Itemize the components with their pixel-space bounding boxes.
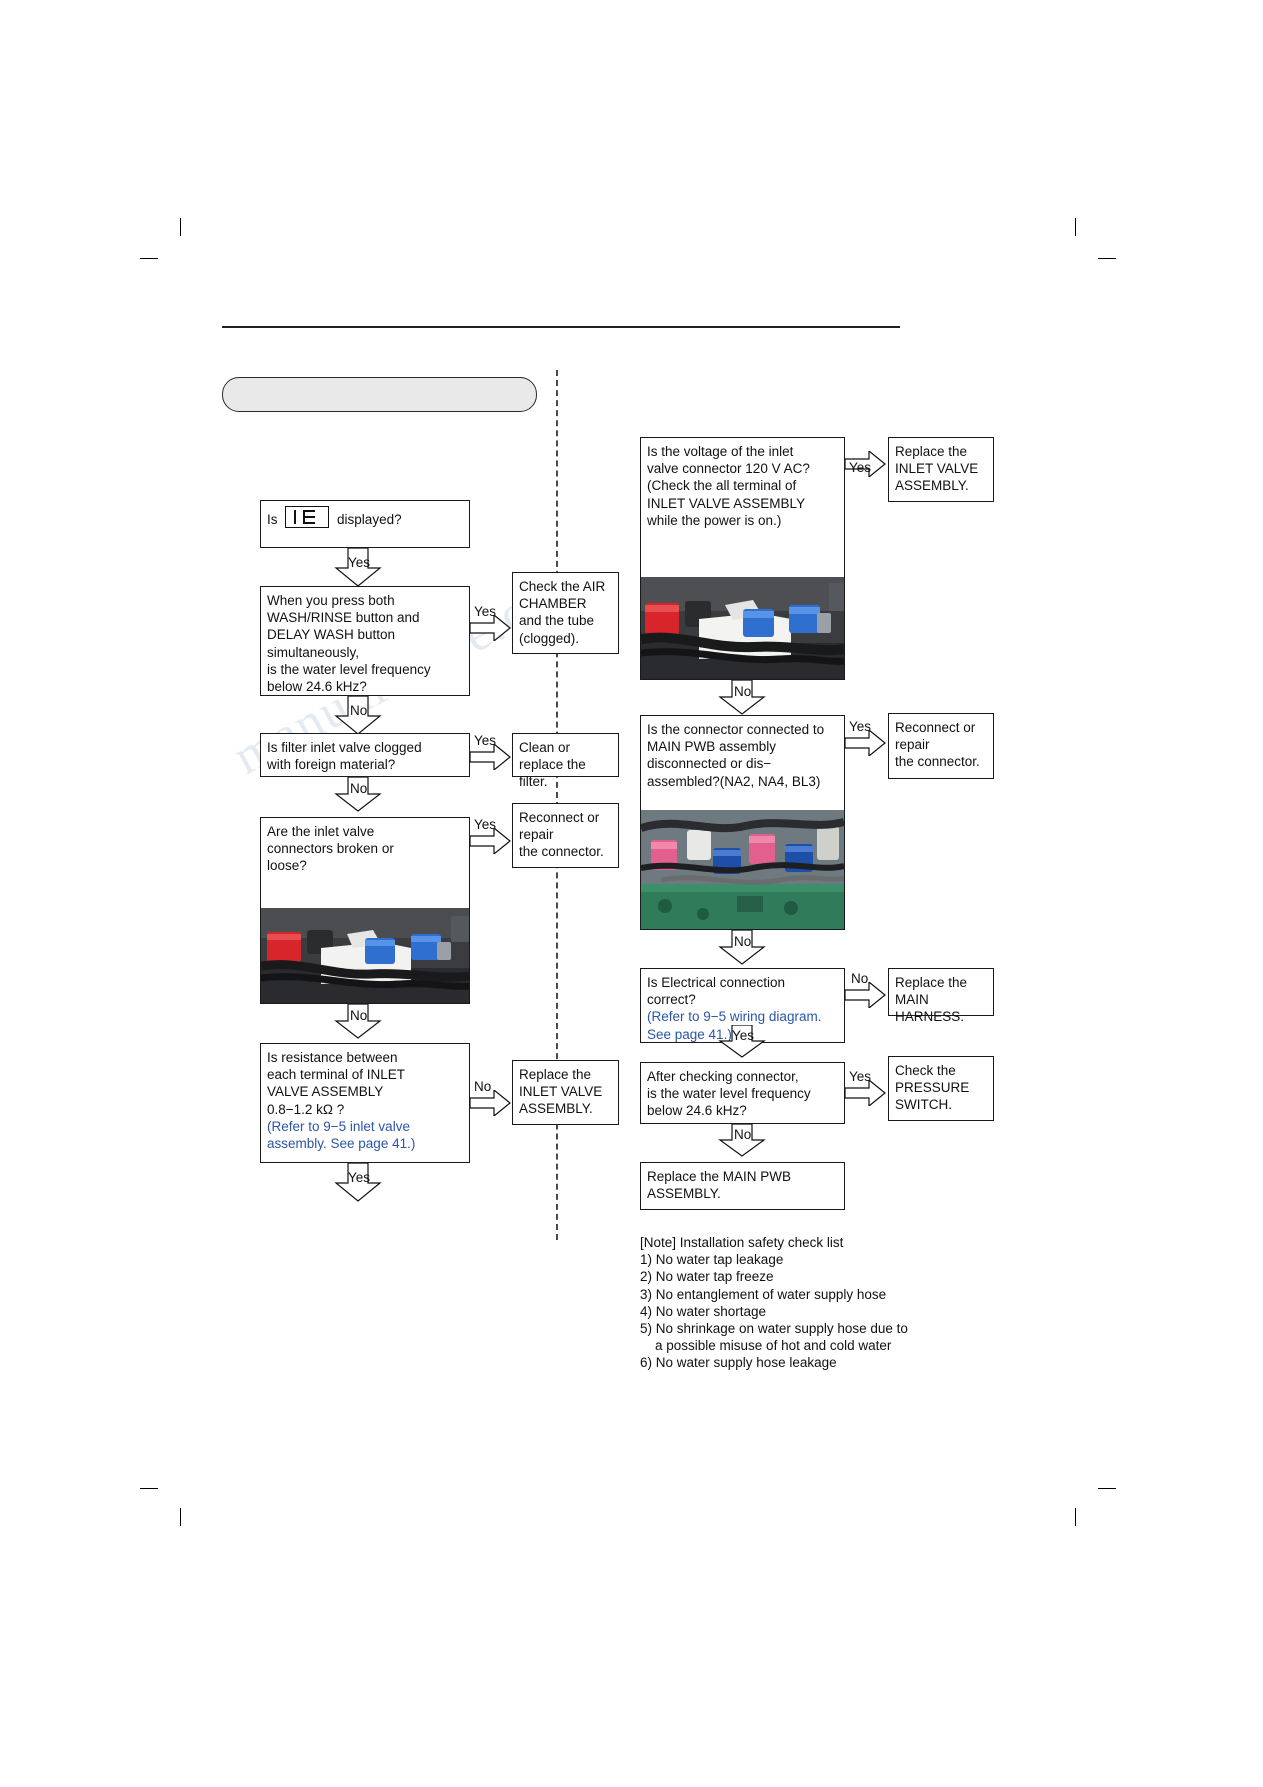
label-yes-q9: Yes [849,1069,872,1084]
crop-mark-right-bottom [1098,1488,1116,1489]
label-no-q7: No [734,934,752,949]
action-replace-inlet-valve-assembly-right: Replace the INLET VALVE ASSEMBLY. [888,437,994,502]
label-no-q5: No [474,1079,492,1094]
note-item-6: 6) No water supply hose leakage [640,1355,837,1371]
q1-suffix: displayed? [337,512,402,527]
q6-line4: INLET VALVE ASSEMBLY [647,495,806,511]
q5-line1: Is resistance between [267,1050,398,1065]
decision-filter-inlet-valve-clogged: Is filter inlet valve clogged with forei… [260,733,470,777]
header-rule [222,326,900,328]
action-check-pressure-switch: Check the PRESSURE SWITCH. [888,1056,994,1121]
photo-inlet-valve-terminals [641,577,844,679]
label-yes-q1: Yes [348,555,371,570]
crop-mark-bottom-left [180,1508,181,1526]
error-code-display-icon [285,506,330,528]
crop-mark-left-top [140,258,158,259]
decision-inlet-valve-resistance: Is resistance between each terminal of I… [260,1043,470,1163]
q8-line2: correct? [647,992,696,1008]
note-item-5: 5) No shrinkage on water supply hose due… [640,1321,908,1337]
label-no-q2: No [350,703,368,718]
q5-reference-line1: (Refer to 9−5 inlet valve [267,1118,410,1134]
label-yes-q8: Yes [732,1028,755,1043]
note-item-2: 2) No water tap freeze [640,1269,774,1285]
q1-prefix: Is [267,512,278,527]
action-replace-main-pwb-assembly: Replace the MAIN PWB ASSEMBLY. [640,1162,845,1210]
note-title: [Note] Installation safety check list [640,1235,844,1250]
action-reconnect-repair-connector-right: Reconnect or repair the connector. [888,713,994,779]
label-no-q3: No [350,781,368,796]
note-item-5b: a possible misuse of hot and cold water [640,1338,892,1354]
q5-line2: each terminal of INLET [267,1067,406,1083]
label-yes-q6: Yes [849,460,872,475]
label-yes-q4: Yes [474,817,497,832]
note-item-1: 1) No water tap leakage [640,1252,784,1268]
q7-line3: disconnected or dis− [647,756,772,772]
q5-line3: VALVE ASSEMBLY [267,1084,384,1100]
q8-line1: Is Electrical connection [647,975,786,990]
q8-reference-line1: (Refer to 9−5 wiring diagram. [647,1009,822,1025]
label-yes-q7: Yes [849,719,872,734]
label-yes-q3: Yes [474,733,497,748]
label-yes-q5: Yes [348,1170,371,1185]
q7-line2: MAIN PWB assembly [647,739,777,755]
manual-page: manualshive.com Is displayed? Yes When y… [0,0,1263,1787]
section-title-bar [222,377,537,412]
crop-mark-top-left [180,218,181,236]
q5-line4: 0.8−1.2 kΩ ? [267,1101,345,1117]
action-check-air-chamber: Check the AIR CHAMBER and the tube (clog… [512,572,619,654]
label-no-q4: No [350,1008,368,1023]
crop-mark-bottom-right [1075,1508,1076,1526]
crop-mark-top-right [1075,218,1076,236]
q7-line1: Is the connector connected to [647,722,825,737]
crop-mark-left-bottom [140,1488,158,1489]
q6-line3: (Check the all terminal of [647,478,797,494]
action-replace-main-harness: Replace the MAIN HARNESS. [888,968,994,1024]
q6-line5: while the power is on.) [647,512,782,528]
label-no-q8: No [851,971,869,986]
action-reconnect-repair-connector-left: Reconnect or repair the connector. [512,803,619,868]
photo-main-pwb-connectors [641,810,844,929]
decision-error-code-displayed: Is displayed? [260,500,470,548]
decision-water-level-frequency: When you press both WASH/RINSE button an… [260,586,470,696]
photo-inlet-valve-connectors [261,908,469,1003]
q5-reference-line2: assembly. See page 41.) [267,1136,416,1152]
action-replace-inlet-valve-assembly-left: Replace the INLET VALVE ASSEMBLY. [512,1060,619,1125]
installation-safety-note: [Note] Installation safety check list 1)… [640,1234,1000,1372]
action-clean-replace-filter: Clean or replace the filter. [512,733,619,789]
q7-line4: assembled?(NA2, NA4, BL3) [647,773,821,789]
note-item-3: 3) No entanglement of water supply hose [640,1286,887,1302]
note-item-4: 4) No water shortage [640,1303,767,1319]
decision-water-level-frequency-after-check: After checking connector, is the water l… [640,1062,845,1124]
label-yes-q2: Yes [474,604,497,619]
q6-line2: valve connector 120 V AC? [647,461,810,477]
q6-line1: Is the voltage of the inlet [647,444,794,459]
crop-mark-right-top [1098,258,1116,259]
label-no-q9: No [734,1127,752,1142]
label-no-q6: No [734,684,752,699]
